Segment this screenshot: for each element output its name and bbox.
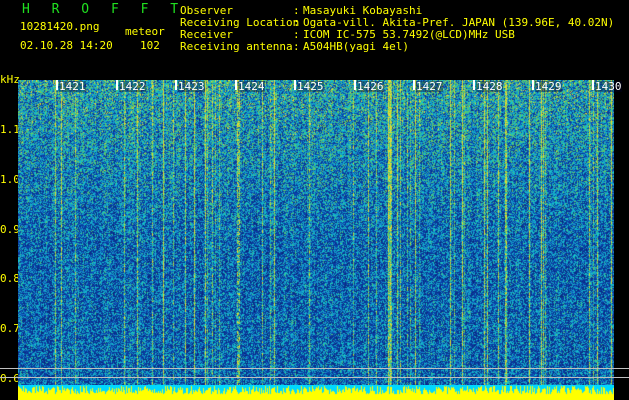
time-marker: [294, 80, 296, 90]
y-tick-0-6: 0.6: [0, 372, 20, 385]
time-label-1429: 1429: [535, 80, 562, 93]
time-label-1426: 1426: [357, 80, 384, 93]
time-marker: [116, 80, 118, 90]
time-label-1421: 1421: [59, 80, 86, 93]
time-marker: [175, 80, 177, 90]
time-label-1424: 1424: [238, 80, 265, 93]
hrofft-spectrogram-window: H R O F F T 10281420.png meteor 02.10.28…: [0, 0, 629, 400]
location-label: Receiving Location: [180, 16, 300, 29]
image-filename: 10281420.png: [20, 20, 100, 33]
y-tick-1-0: 1.0: [0, 173, 20, 186]
reference-line-lower: [0, 377, 629, 378]
time-label-1422: 1422: [119, 80, 146, 93]
receiver-value: ICOM IC-575 53.7492(@LCD)MHz USB: [303, 28, 515, 41]
time-label-1425: 1425: [297, 80, 324, 93]
meteor-count: 102: [140, 39, 160, 52]
observer-colon: :: [293, 4, 300, 17]
spectrogram: [18, 80, 614, 385]
reference-line-upper: [0, 368, 629, 369]
time-label-1427: 1427: [416, 80, 443, 93]
receiver-colon: :: [293, 28, 300, 41]
capture-datetime: 02.10.28 14:20: [20, 39, 113, 52]
y-tick-0-7: 0.7: [0, 322, 20, 335]
antenna-colon: :: [293, 40, 300, 53]
time-marker: [592, 80, 594, 90]
location-colon: :: [293, 16, 300, 29]
mode-label: meteor: [125, 25, 165, 38]
y-tick-1-1: 1.1: [0, 123, 20, 136]
observer-label: Observer: [180, 4, 233, 17]
observer-value: Masayuki Kobayashi: [303, 4, 423, 17]
time-marker: [473, 80, 475, 90]
y-axis-unit: kHz: [0, 73, 20, 86]
time-marker: [235, 80, 237, 90]
antenna-value: A504HB(yagi 4el): [303, 40, 409, 53]
receiver-label: Receiver: [180, 28, 233, 41]
time-marker: [532, 80, 534, 90]
time-label-1430: 1430: [595, 80, 622, 93]
time-marker: [354, 80, 356, 90]
app-title: H R O F F T: [22, 2, 186, 17]
time-label-1428: 1428: [476, 80, 503, 93]
location-value: Ogata-vill. Akita-Pref. JAPAN (139.96E, …: [303, 16, 615, 29]
y-tick-0-9: 0.9: [0, 223, 20, 236]
time-marker: [56, 80, 58, 90]
time-marker: [413, 80, 415, 90]
noise-floor-strip: [18, 385, 614, 400]
time-label-1423: 1423: [178, 80, 205, 93]
y-tick-0-8: 0.8: [0, 272, 20, 285]
antenna-label: Receiving antenna: [180, 40, 293, 53]
